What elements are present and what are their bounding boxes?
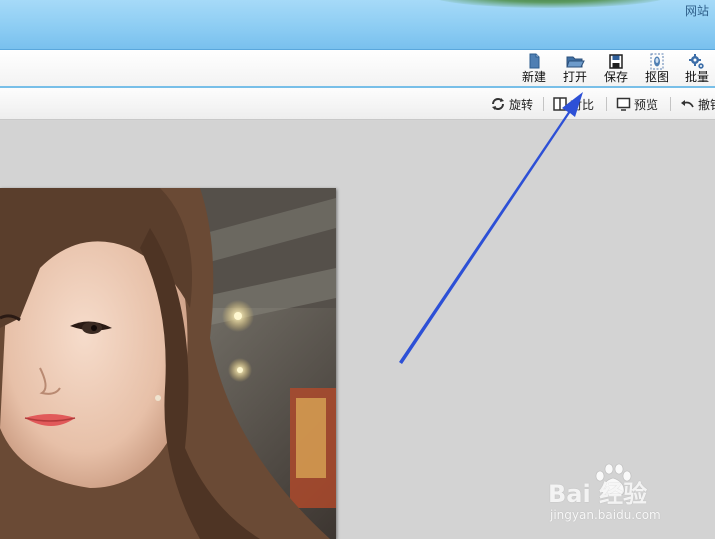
watermark-brand: Bai 经验 <box>548 480 648 508</box>
preview-label: 预览 <box>634 97 659 112</box>
toolbar-divider <box>543 97 544 111</box>
toolbar-divider <box>670 97 671 111</box>
rotate-button[interactable]: 旋转 <box>490 95 533 113</box>
title-bar: 网站 <box>0 0 715 50</box>
toolbar-divider <box>606 97 607 111</box>
cutout-icon <box>650 53 664 70</box>
save-button[interactable]: 保存 <box>597 53 635 86</box>
batch-button[interactable]: 批量 <box>678 53 715 86</box>
undo-button[interactable]: 撤销 <box>680 95 715 113</box>
undo-icon <box>681 100 694 108</box>
preview-icon <box>616 97 631 111</box>
compare-label: 对比 <box>570 97 595 112</box>
portrait-image <box>0 188 336 539</box>
rotate-label: 旋转 <box>509 97 534 112</box>
title-decoration <box>430 0 670 8</box>
new-button-label: 新建 <box>521 70 546 84</box>
site-link[interactable]: 网站 <box>685 2 709 19</box>
save-icon <box>609 54 623 69</box>
cutout-button-label: 抠图 <box>644 70 669 84</box>
main-toolbar: 新建 打开 保存 抠图 批量 <box>0 50 715 88</box>
save-button-label: 保存 <box>603 70 628 84</box>
compare-icon <box>553 97 567 111</box>
undo-label: 撤销 <box>698 97 715 112</box>
compare-button[interactable]: 对比 <box>553 95 594 113</box>
open-button[interactable]: 打开 <box>556 53 594 86</box>
batch-button-label: 批量 <box>684 70 709 84</box>
open-button-label: 打开 <box>562 70 587 84</box>
preview-button[interactable]: 预览 <box>616 95 658 113</box>
batch-gears-icon <box>689 54 704 69</box>
new-file-icon <box>529 53 540 69</box>
baidu-watermark: Bai 经验 jingyan.baidu.com <box>548 462 708 532</box>
cutout-button[interactable]: 抠图 <box>638 53 676 86</box>
secondary-toolbar: 旋转 对比 预览 撤销 <box>0 88 715 120</box>
loaded-photo[interactable] <box>0 188 336 539</box>
watermark-url: jingyan.baidu.com <box>550 508 661 522</box>
new-button[interactable]: 新建 <box>515 53 553 86</box>
open-folder-icon <box>566 56 585 68</box>
rotate-icon <box>492 98 504 110</box>
